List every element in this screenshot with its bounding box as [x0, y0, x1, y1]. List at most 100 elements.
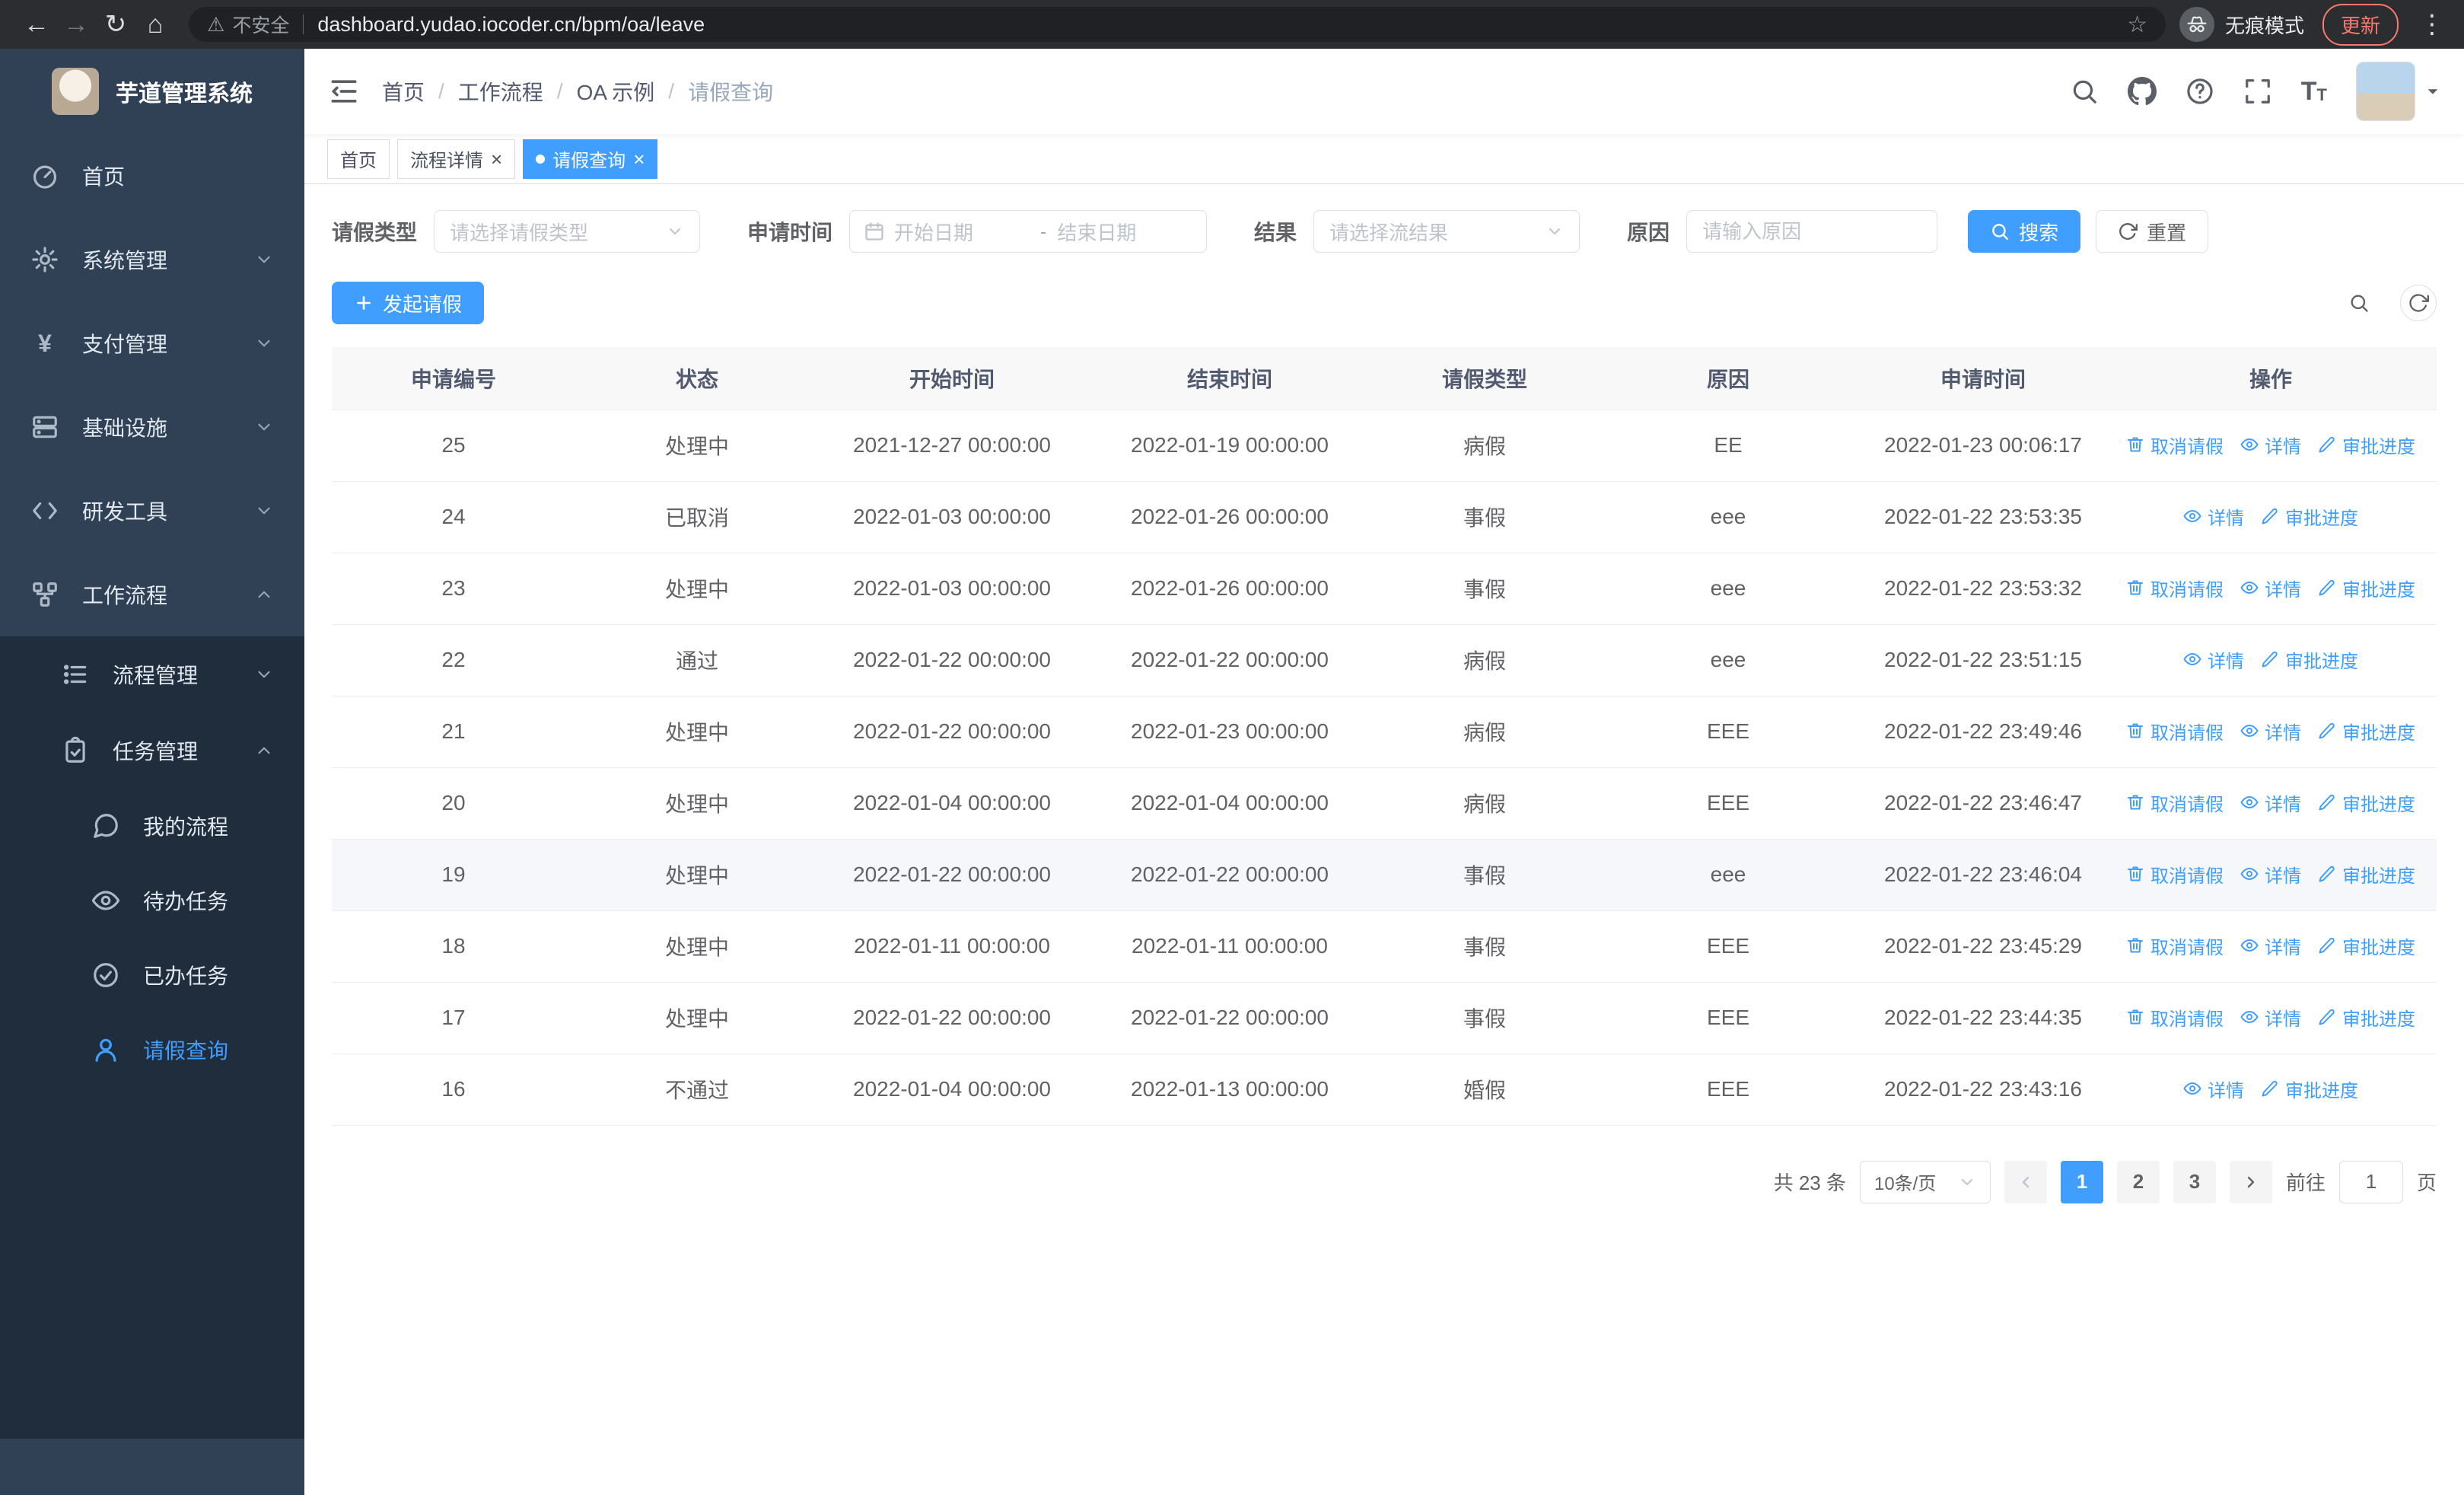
tab-process-detail[interactable]: 流程详情 × — [397, 139, 516, 179]
sidebar-item-process-management[interactable]: 流程管理 — [0, 636, 304, 712]
leave-type-select[interactable]: 请选择请假类型 — [434, 210, 701, 253]
action-cancel-link[interactable]: 取消请假 — [2126, 861, 2224, 888]
sidebar-item-infrastructure[interactable]: 基础设施 — [0, 385, 304, 469]
reason-input[interactable] — [1686, 210, 1938, 253]
action-progress-link[interactable]: 审批进度 — [2318, 1004, 2415, 1031]
search-button[interactable]: 搜索 — [1968, 210, 2081, 253]
action-detail-link[interactable]: 详情 — [2183, 1076, 2244, 1102]
edit-icon — [2318, 722, 2336, 740]
cell-apply-time: 2022-01-22 23:46:04 — [1861, 839, 2105, 911]
action-detail-link[interactable]: 详情 — [2240, 789, 2301, 816]
cell-start-time: 2022-01-22 00:00:00 — [819, 696, 1085, 768]
action-cancel-link[interactable]: 取消请假 — [2126, 932, 2224, 959]
browser-forward-button[interactable]: → — [56, 5, 96, 44]
url-text[interactable]: dashboard.yudao.iocoder.cn/bpm/oa/leave — [317, 13, 2127, 37]
toggle-search-button[interactable] — [2341, 285, 2377, 321]
page-unit-label: 页 — [2416, 1171, 2437, 1194]
action-detail-link[interactable]: 详情 — [2240, 861, 2301, 888]
fullscreen-icon[interactable] — [2243, 77, 2272, 106]
sidebar-item-done-tasks[interactable]: 已办任务 — [0, 938, 304, 1012]
date-range-picker[interactable]: 开始日期 - 结束日期 — [849, 210, 1208, 253]
action-progress-link[interactable]: 审批进度 — [2318, 432, 2415, 458]
cell-start-time: 2022-01-04 00:00:00 — [819, 767, 1085, 840]
security-label[interactable]: 不安全 — [232, 11, 289, 38]
action-progress-link[interactable]: 审批进度 — [2318, 718, 2415, 744]
sidebar-item-todo-tasks[interactable]: 待办任务 — [0, 863, 304, 938]
action-progress-link[interactable]: 审批进度 — [2318, 575, 2415, 601]
action-cancel-link[interactable]: 取消请假 — [2126, 789, 2224, 816]
url-divider — [303, 14, 304, 34]
update-button[interactable]: 更新 — [2322, 3, 2399, 46]
cell-leave-type: 事假 — [1374, 481, 1595, 553]
sidebar-item-task-management[interactable]: 任务管理 — [0, 712, 304, 789]
action-detail-link[interactable]: 详情 — [2183, 646, 2244, 673]
page-button-1[interactable]: 1 — [2060, 1160, 2103, 1203]
sidebar-item-my-process[interactable]: 我的流程 — [0, 789, 304, 863]
prev-page-button[interactable] — [2004, 1160, 2047, 1203]
action-detail-link[interactable]: 详情 — [2240, 1004, 2301, 1031]
search-icon[interactable] — [2070, 77, 2099, 106]
page-button-2[interactable]: 2 — [2116, 1160, 2160, 1203]
action-progress-link[interactable]: 审批进度 — [2318, 861, 2415, 888]
action-detail-link[interactable]: 详情 — [2240, 575, 2301, 601]
action-detail-link[interactable]: 详情 — [2240, 718, 2301, 744]
sidebar-item-payment[interactable]: ¥ 支付管理 — [0, 301, 304, 385]
cell-id: 17 — [332, 982, 575, 1054]
action-progress-link[interactable]: 审批进度 — [2318, 932, 2415, 959]
cell-id: 20 — [332, 767, 575, 840]
browser-menu-button[interactable]: ⋮ — [2417, 9, 2447, 40]
action-cancel-link[interactable]: 取消请假 — [2126, 1004, 2224, 1031]
help-icon[interactable] — [2185, 77, 2214, 106]
eye-icon — [2240, 722, 2259, 740]
action-cancel-link[interactable]: 取消请假 — [2126, 575, 2224, 601]
goto-page-input[interactable] — [2338, 1160, 2403, 1203]
avatar[interactable] — [2356, 62, 2415, 121]
action-progress-link[interactable]: 审批进度 — [2318, 789, 2415, 816]
browser-reload-button[interactable]: ↻ — [96, 5, 135, 44]
sidebar-item-devtools[interactable]: 研发工具 — [0, 469, 304, 553]
font-size-icon[interactable]: TT — [2301, 78, 2327, 104]
tab-leave-query[interactable]: 请假查询 × — [523, 139, 658, 179]
create-leave-button[interactable]: 发起请假 — [332, 282, 485, 324]
browser-back-button[interactable]: ← — [17, 5, 56, 44]
page-size-select[interactable]: 10条/页 — [1859, 1160, 1991, 1203]
action-progress-link[interactable]: 审批进度 — [2261, 1076, 2358, 1102]
cell-id: 18 — [332, 910, 575, 983]
sidebar-item-home[interactable]: 首页 — [0, 134, 304, 218]
cell-operations: 取消请假 详情 审批进度 — [2105, 839, 2437, 911]
column-header-leave-type: 请假类型 — [1374, 347, 1595, 410]
action-progress-link[interactable]: 审批进度 — [2261, 646, 2358, 673]
action-detail-link[interactable]: 详情 — [2183, 503, 2244, 530]
action-progress-link[interactable]: 审批进度 — [2261, 503, 2358, 530]
action-cancel-link[interactable]: 取消请假 — [2126, 432, 2224, 458]
reset-button[interactable]: 重置 — [2096, 210, 2209, 253]
action-detail-link[interactable]: 详情 — [2240, 432, 2301, 458]
next-page-button[interactable] — [2229, 1160, 2272, 1203]
sidebar-toggle-icon[interactable] — [327, 75, 361, 108]
cell-apply-time: 2022-01-22 23:53:32 — [1861, 553, 2105, 625]
cell-status: 处理中 — [575, 696, 819, 768]
app-logo-row[interactable]: 芋道管理系统 — [0, 49, 304, 134]
cell-start-time: 2022-01-22 00:00:00 — [819, 982, 1085, 1054]
sidebar-item-workflow[interactable]: 工作流程 — [0, 553, 304, 636]
action-detail-link[interactable]: 详情 — [2240, 932, 2301, 959]
browser-home-button[interactable]: ⌂ — [135, 5, 175, 44]
sidebar-item-leave-query[interactable]: 请假查询 — [0, 1012, 304, 1087]
trash-icon — [2126, 579, 2144, 597]
column-header-id: 申请编号 — [332, 347, 575, 410]
user-menu[interactable] — [2356, 62, 2441, 121]
page-button-3[interactable]: 3 — [2173, 1160, 2216, 1203]
close-icon[interactable]: × — [491, 149, 502, 169]
github-icon[interactable] — [2127, 77, 2157, 106]
refresh-table-button[interactable] — [2400, 285, 2437, 321]
close-icon[interactable]: × — [633, 149, 645, 169]
sidebar-item-system[interactable]: 系统管理 — [0, 218, 304, 301]
breadcrumb-item-home[interactable]: 首页 — [382, 76, 425, 107]
result-select[interactable]: 请选择流结果 — [1313, 210, 1581, 253]
tab-home[interactable]: 首页 — [327, 139, 390, 179]
address-bar[interactable]: ⚠ 不安全 dashboard.yudao.iocoder.cn/bpm/oa/… — [189, 7, 2166, 42]
edit-icon — [2318, 865, 2336, 883]
action-cancel-link[interactable]: 取消请假 — [2126, 718, 2224, 744]
bookmark-star-icon[interactable]: ☆ — [2127, 11, 2147, 38]
cell-id: 25 — [332, 410, 575, 482]
